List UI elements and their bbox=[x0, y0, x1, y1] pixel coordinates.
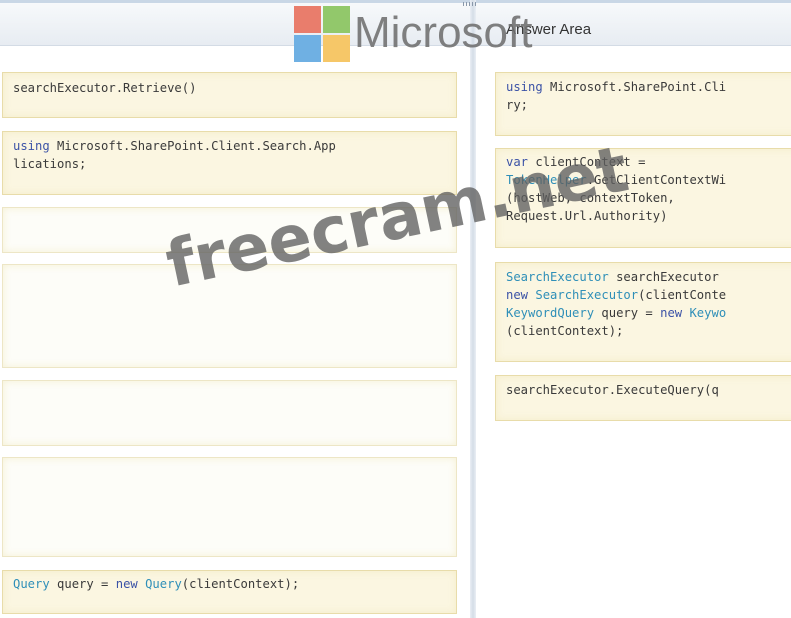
answer-tile[interactable]: searchExecutor.ExecuteQuery(q bbox=[495, 375, 791, 421]
code-line: lications; bbox=[13, 155, 456, 173]
code-type: TokenHelper bbox=[506, 173, 587, 187]
code-type: Query bbox=[13, 577, 50, 591]
answer-tile[interactable]: SearchExecutor searchExecutor new SearchE… bbox=[495, 262, 791, 362]
code-keyword: new bbox=[506, 288, 529, 302]
code-line: searchExecutor.Retrieve() bbox=[13, 79, 456, 97]
source-tile-empty[interactable] bbox=[2, 264, 457, 368]
code-type: SearchExecutor bbox=[506, 270, 609, 284]
code-text: searchExecutor.ExecuteQuery(q bbox=[506, 383, 719, 397]
code-keyword: new bbox=[115, 577, 138, 591]
code-line: (hostWeb, contextToken, bbox=[506, 189, 791, 207]
answer-tile[interactable]: using Microsoft.SharePoint.Cli ry; bbox=[495, 72, 791, 136]
microsoft-logo-text: Microsoft bbox=[354, 8, 533, 57]
answer-area-pane: Answer Area using Microsoft.SharePoint.C… bbox=[476, 0, 791, 618]
code-text: query = bbox=[49, 577, 116, 591]
source-tile[interactable]: using Microsoft.SharePoint.Client.Search… bbox=[2, 131, 457, 195]
code-text: ry; bbox=[506, 98, 529, 112]
code-text: clientContext = bbox=[528, 155, 646, 169]
code-line: TokenHelper.GetClientContextWi bbox=[506, 171, 791, 189]
code-type: KeywordQuery bbox=[506, 306, 595, 320]
code-keyword: new bbox=[660, 306, 683, 320]
source-tile[interactable]: searchExecutor.Retrieve() bbox=[2, 72, 457, 118]
logo-square bbox=[323, 35, 350, 62]
microsoft-logo-icon bbox=[294, 6, 350, 62]
code-text: Request.Url.Authority) bbox=[506, 209, 668, 223]
logo-square bbox=[294, 35, 321, 62]
code-text: (clientContext); bbox=[506, 324, 624, 338]
code-text: lications; bbox=[13, 157, 87, 171]
code-line: Query query = new Query(clientContext); bbox=[13, 575, 456, 593]
code-type: Keywo bbox=[689, 306, 727, 320]
source-tile-empty[interactable] bbox=[2, 380, 457, 446]
code-line: KeywordQuery query = new Keywo bbox=[506, 304, 791, 322]
code-line: ry; bbox=[506, 96, 791, 114]
code-text: Microsoft.SharePoint.Cli bbox=[542, 80, 727, 94]
code-text: searchExecutor bbox=[608, 270, 719, 284]
code-text: (clientContext); bbox=[181, 577, 300, 591]
code-line: Request.Url.Authority) bbox=[506, 207, 791, 225]
code-line: using Microsoft.SharePoint.Client.Search… bbox=[13, 137, 456, 155]
source-tile[interactable]: Query query = new Query(clientContext); bbox=[2, 570, 457, 614]
code-text: Microsoft.SharePoint.Client.Search.App bbox=[49, 139, 336, 153]
code-type: Query bbox=[145, 577, 182, 591]
code-keyword: using bbox=[506, 80, 543, 94]
code-keyword: var bbox=[506, 155, 529, 169]
code-text: searchExecutor.Retrieve() bbox=[13, 81, 197, 95]
logo-square bbox=[294, 6, 321, 33]
source-tile-empty[interactable] bbox=[2, 457, 457, 557]
code-keyword: using bbox=[13, 139, 50, 153]
code-line: SearchExecutor searchExecutor bbox=[506, 268, 791, 286]
source-tile-empty[interactable] bbox=[2, 207, 457, 253]
code-line: using Microsoft.SharePoint.Cli bbox=[506, 78, 791, 96]
code-line: (clientContext); bbox=[506, 322, 791, 340]
code-line: searchExecutor.ExecuteQuery(q bbox=[506, 381, 791, 399]
code-type: SearchExecutor bbox=[535, 288, 639, 302]
code-line: new SearchExecutor(clientConte bbox=[506, 286, 791, 304]
code-line: var clientContext = bbox=[506, 153, 791, 171]
code-text: (clientConte bbox=[638, 288, 727, 302]
code-text: .GetClientContextWi bbox=[586, 173, 727, 187]
code-text: query = bbox=[594, 306, 661, 320]
answer-tile[interactable]: var clientContext = TokenHelper.GetClient… bbox=[495, 148, 791, 248]
logo-square bbox=[323, 6, 350, 33]
code-text: (hostWeb, contextToken, bbox=[506, 191, 675, 205]
source-pane: searchExecutor.Retrieve() using Microsof… bbox=[0, 0, 470, 618]
